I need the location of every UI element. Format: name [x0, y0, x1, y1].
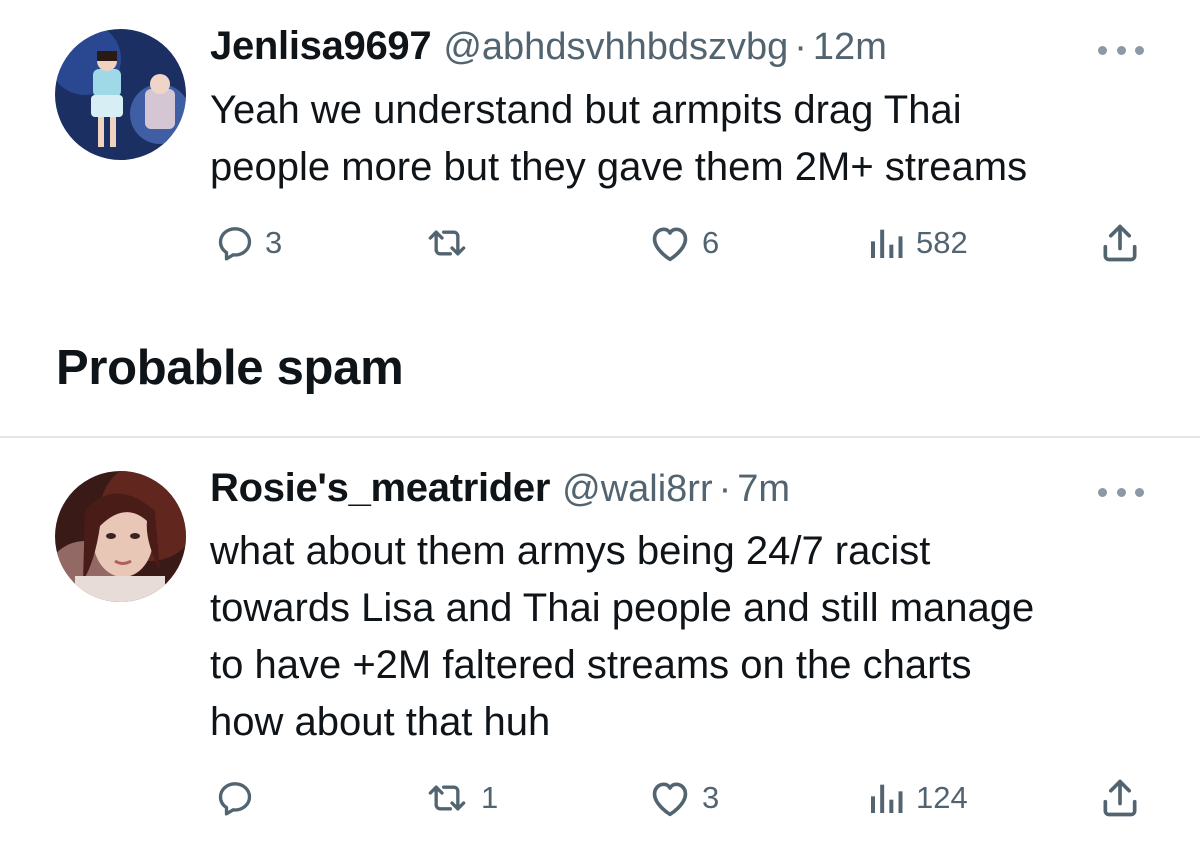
views-icon	[871, 784, 903, 813]
heart-icon	[652, 782, 688, 817]
tweet-text-line: people more but they gave them 2M+ strea…	[210, 145, 1028, 189]
retweet-button[interactable]: 1	[423, 768, 498, 828]
tweet-text: what about them armys being 24/7 racist …	[210, 523, 1170, 751]
reply-icon	[218, 782, 252, 816]
share-icon	[1103, 779, 1137, 817]
action-bar: 3 6 582	[0, 213, 1200, 273]
heart-icon	[652, 227, 688, 262]
tweet-text-line: how about that huh	[210, 700, 551, 744]
tweet-text: Yeah we understand but armpits drag Thai…	[210, 82, 1170, 196]
like-count: 3	[702, 780, 720, 815]
like-button[interactable]: 3	[648, 768, 719, 828]
user-handle[interactable]: @abhdsvhhbdszvbg	[443, 26, 788, 69]
retweet-icon	[428, 230, 466, 256]
more-icon[interactable]	[1098, 482, 1144, 502]
section-title: Probable spam	[56, 341, 404, 395]
tweet-text-line: towards Lisa and Thai people and still m…	[210, 586, 1035, 630]
avatar[interactable]	[55, 471, 186, 602]
tweet-text-line: what about them armys being 24/7 racist	[210, 529, 931, 573]
tweet-header: Rosie's_meatrider @wali8rr · 7m	[210, 466, 790, 526]
more-icon[interactable]	[1098, 40, 1144, 60]
share-button[interactable]	[1098, 768, 1142, 828]
retweet-button[interactable]	[423, 213, 481, 273]
timestamp[interactable]: 7m	[737, 468, 790, 511]
separator-dot: ·	[794, 26, 807, 68]
tweet-2[interactable]: Rosie's_meatrider @wali8rr · 7m what abo…	[0, 440, 1200, 863]
views-count: 582	[916, 225, 968, 260]
user-handle[interactable]: @wali8rr	[562, 468, 712, 511]
views-count: 124	[916, 780, 968, 815]
share-button[interactable]	[1098, 213, 1142, 273]
display-name[interactable]: Rosie's_meatrider	[210, 466, 550, 511]
views-button[interactable]: 124	[866, 768, 968, 828]
action-bar: 1 3 124	[0, 768, 1200, 828]
tweet-text-line: Yeah we understand but armpits drag Thai	[210, 88, 962, 132]
display-name[interactable]: Jenlisa9697	[210, 24, 432, 69]
reply-button[interactable]: 3	[215, 213, 282, 273]
tweet-text-line: to have +2M faltered streams on the char…	[210, 643, 972, 687]
retweet-count: 1	[481, 780, 499, 815]
like-button[interactable]: 6	[648, 213, 719, 273]
tweet-1[interactable]: Jenlisa9697 @abhdsvhhbdszvbg · 12m Yeah …	[0, 0, 1200, 300]
views-button[interactable]: 582	[866, 213, 968, 273]
views-icon	[871, 229, 903, 258]
separator-dot: ·	[718, 468, 732, 510]
reply-count: 3	[265, 225, 283, 260]
avatar-image	[55, 471, 186, 602]
reply-icon	[218, 227, 252, 261]
timestamp[interactable]: 12m	[813, 26, 887, 69]
reply-button[interactable]	[215, 768, 265, 828]
retweet-icon	[428, 785, 466, 811]
like-count: 6	[702, 225, 720, 260]
avatar[interactable]	[55, 29, 186, 160]
divider	[0, 436, 1200, 438]
avatar-image	[55, 29, 186, 160]
share-icon	[1103, 224, 1137, 262]
tweet-header: Jenlisa9697 @abhdsvhhbdszvbg · 12m	[210, 24, 887, 84]
